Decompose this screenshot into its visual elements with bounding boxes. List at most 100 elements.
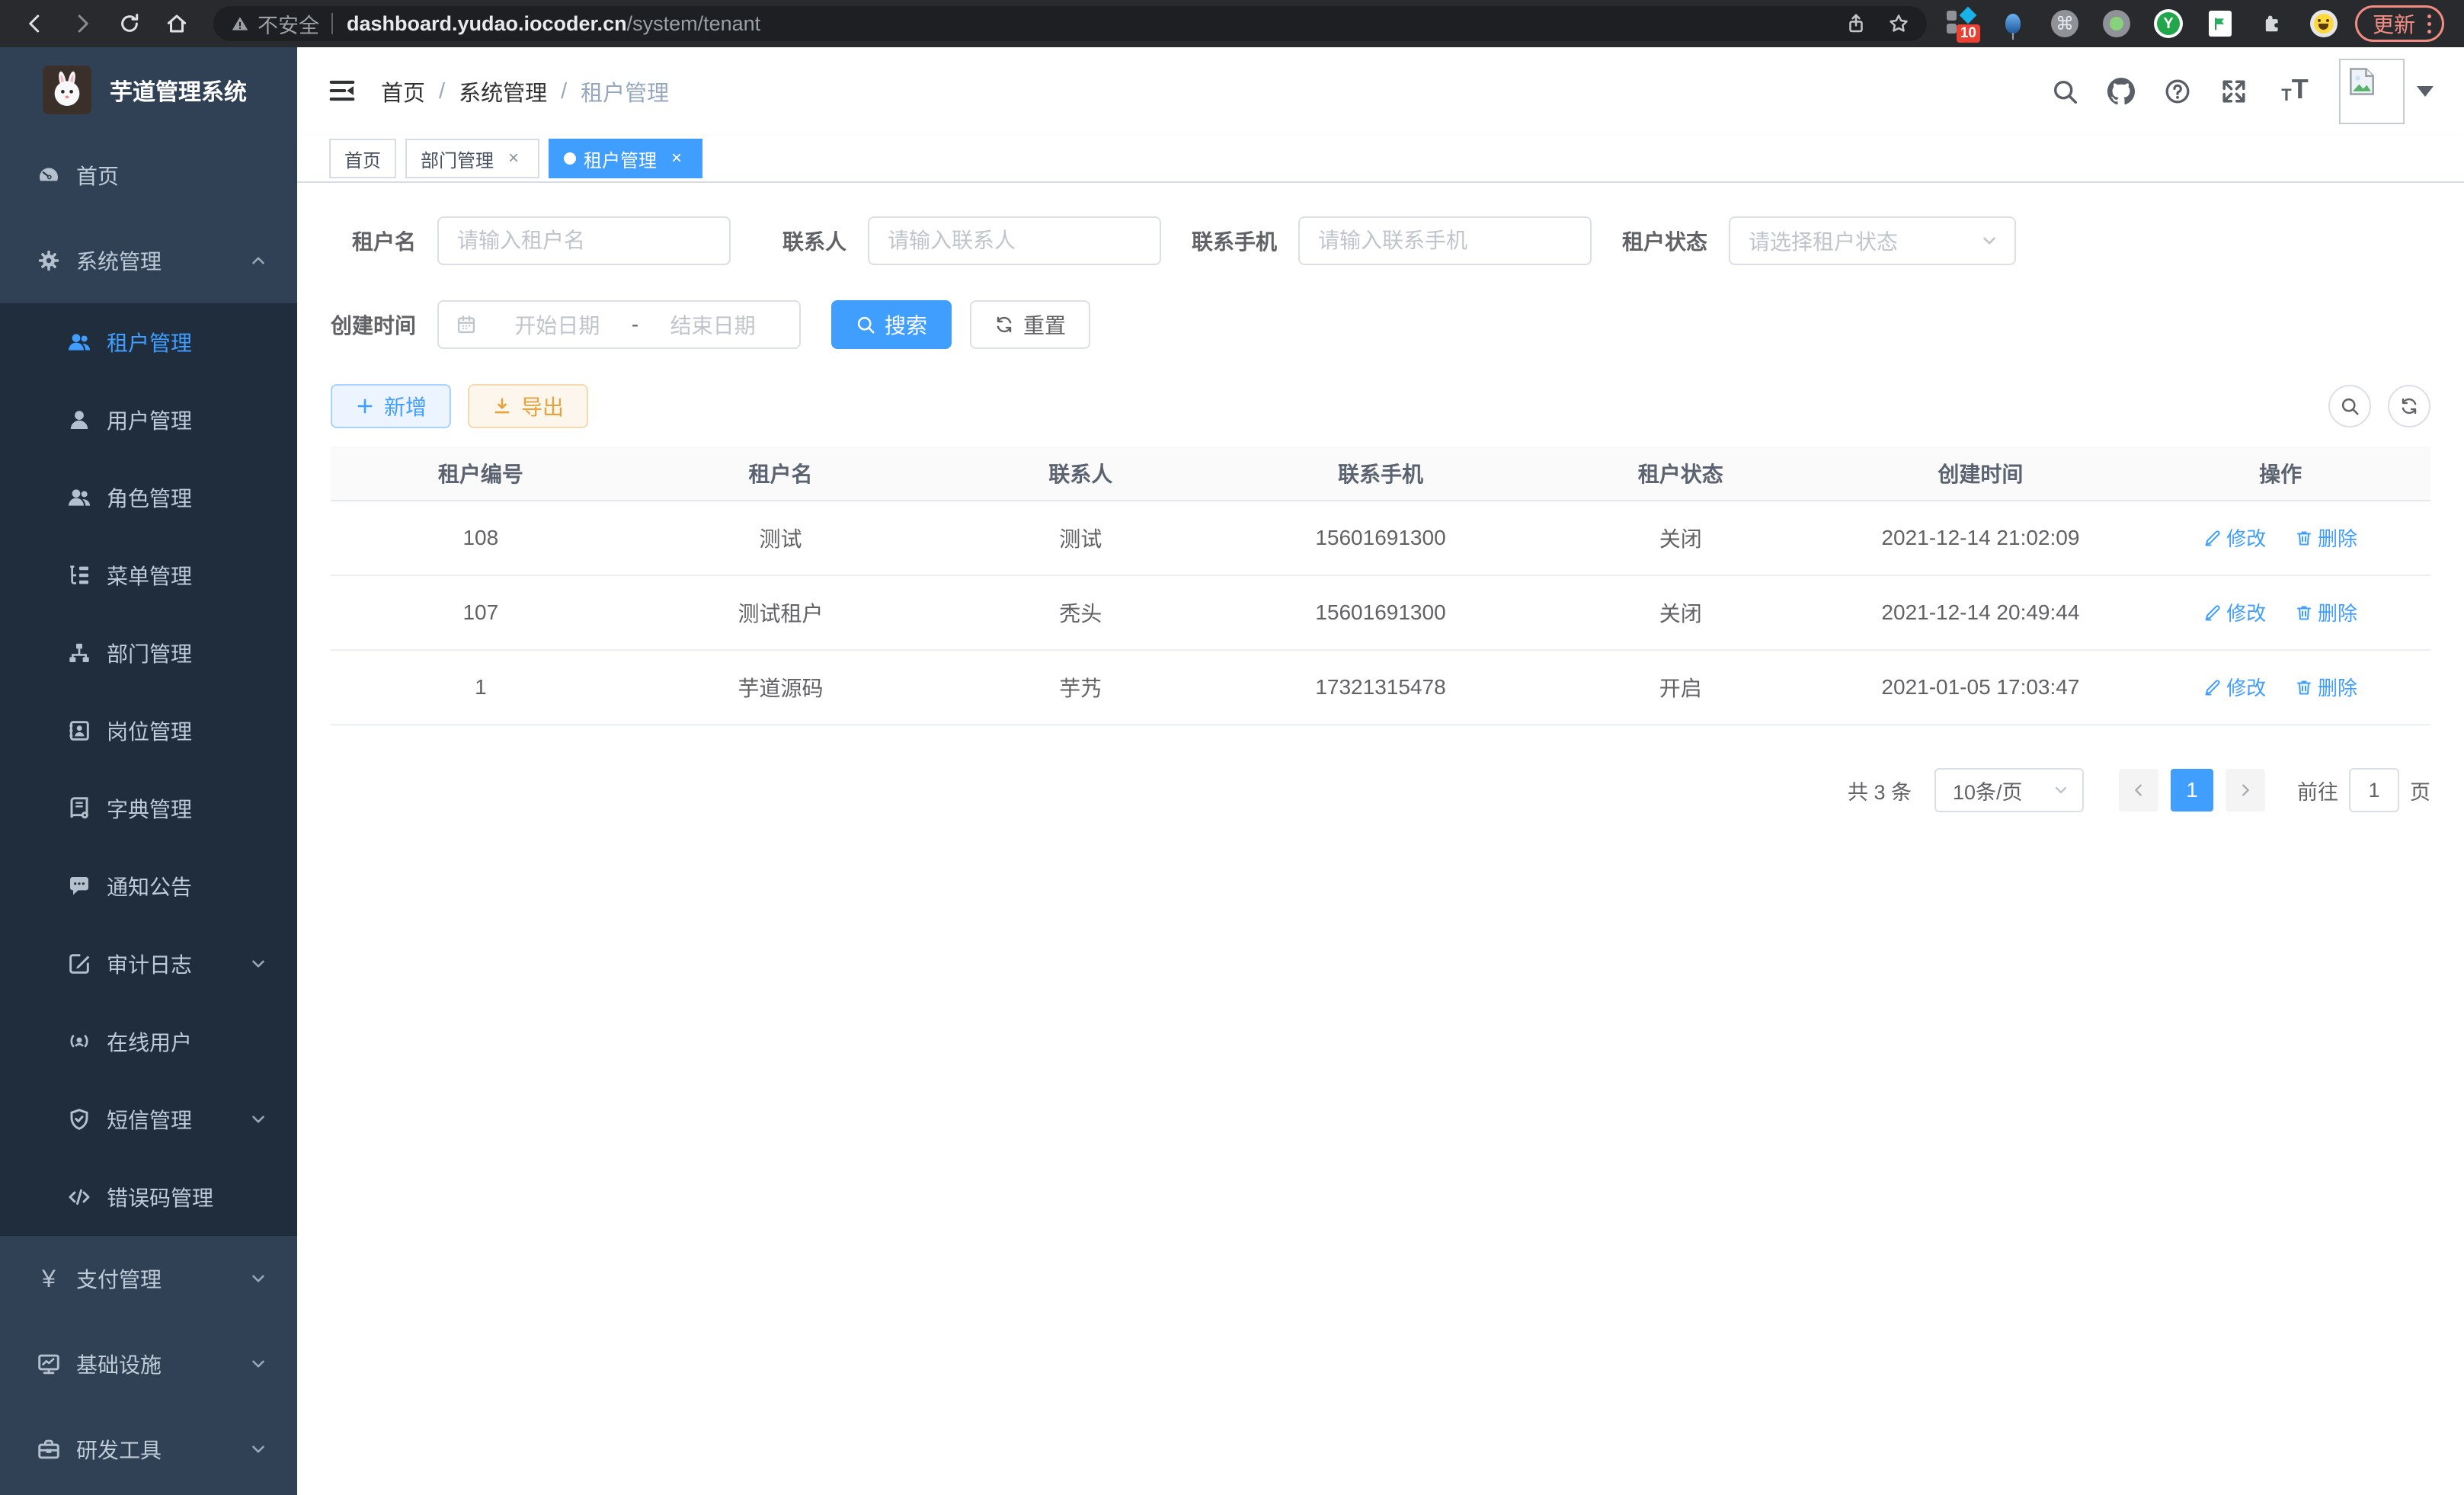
extensions-puzzle-icon[interactable] — [2256, 8, 2288, 40]
search-icon — [856, 315, 875, 335]
page-number-1[interactable]: 1 — [2171, 769, 2213, 812]
chevron-left-icon — [2130, 782, 2147, 799]
date-start-placeholder[interactable]: 开始日期 — [488, 309, 627, 340]
plus-icon — [355, 396, 375, 416]
not-secure-warning-icon — [230, 14, 250, 34]
header-search-icon[interactable] — [2051, 78, 2078, 105]
search-button[interactable]: 搜索 — [831, 300, 952, 349]
goto-label: 前往 — [2297, 776, 2338, 805]
sidebar-item-roles[interactable]: 角色管理 — [0, 459, 297, 536]
reset-button[interactable]: 重置 — [970, 300, 1090, 349]
edit-link[interactable]: 修改 — [2203, 673, 2266, 701]
sidebar-item-error-codes[interactable]: 错误码管理 — [0, 1158, 297, 1236]
sidebar-item-audit-log[interactable]: 审计日志 — [0, 925, 297, 1003]
extension-icon-smiley[interactable] — [2308, 8, 2340, 40]
extension-icon-y-green[interactable]: Y — [2152, 8, 2184, 40]
omnibox-divider — [331, 13, 333, 34]
tags-view-bar: 首页 部门管理 × 租户管理 × — [297, 136, 2464, 183]
prev-page-button[interactable] — [2119, 769, 2158, 812]
audit-log-icon — [67, 952, 91, 976]
goto-page-input[interactable] — [2349, 768, 2399, 812]
refresh-icon — [2399, 396, 2419, 416]
extension-icon-flag[interactable] — [2204, 8, 2236, 40]
sidebar-item-departments[interactable]: 部门管理 — [0, 614, 297, 692]
date-end-placeholder[interactable]: 结束日期 — [643, 309, 782, 340]
mobile-input[interactable] — [1298, 216, 1592, 265]
github-icon[interactable] — [2107, 78, 2135, 105]
status-text: 开启 — [1531, 672, 1831, 703]
more-menu-icon — [2427, 14, 2431, 34]
extension-icon-balloon[interactable] — [1997, 8, 2029, 40]
next-page-button[interactable] — [2226, 769, 2265, 812]
browser-forward-button[interactable] — [67, 8, 98, 39]
pencil-icon — [2203, 603, 2222, 622]
chevron-down-icon — [2052, 781, 2070, 799]
sidebar-item-payment[interactable]: ¥ 支付管理 — [0, 1236, 297, 1321]
close-icon[interactable]: × — [666, 148, 687, 169]
breadcrumb-system[interactable]: 系统管理 — [459, 75, 547, 107]
toggle-search-button[interactable] — [2328, 385, 2371, 427]
sidebar-item-home[interactable]: 首页 — [0, 133, 297, 218]
help-icon[interactable] — [2164, 78, 2191, 105]
contact-input[interactable] — [868, 216, 1161, 265]
tab-departments[interactable]: 部门管理 × — [405, 139, 539, 178]
share-icon[interactable] — [1845, 12, 1867, 35]
tab-home[interactable]: 首页 — [329, 139, 396, 178]
delete-link[interactable]: 删除 — [2295, 598, 2357, 626]
sidebar-item-menus[interactable]: 菜单管理 — [0, 536, 297, 614]
sidebar: 芋道管理系统 首页 系统管理 租户管理 用户管理 角色管理 — [0, 47, 297, 1495]
sidebar-item-infrastructure[interactable]: 基础设施 — [0, 1321, 297, 1407]
status-text: 关闭 — [1531, 597, 1831, 628]
delete-link[interactable]: 删除 — [2295, 673, 2357, 701]
bookmark-star-icon[interactable] — [1887, 12, 1910, 35]
app-logo-row[interactable]: 芋道管理系统 — [0, 47, 297, 133]
chevron-right-icon — [2237, 782, 2254, 799]
code-icon — [67, 1185, 91, 1209]
close-icon[interactable]: × — [503, 148, 524, 169]
refresh-table-button[interactable] — [2388, 385, 2430, 427]
sidebar-collapse-icon[interactable] — [328, 76, 358, 107]
font-size-icon[interactable] — [2277, 78, 2313, 105]
edit-link[interactable]: 修改 — [2203, 598, 2266, 626]
extension-icon-recorder[interactable] — [2101, 8, 2133, 40]
sidebar-item-dev-tools[interactable]: 研发工具 — [0, 1407, 297, 1492]
monitor-icon — [37, 1352, 61, 1376]
security-label[interactable]: 不安全 — [258, 9, 319, 39]
sidebar-item-sms[interactable]: 短信管理 — [0, 1080, 297, 1158]
breadcrumb-home[interactable]: 首页 — [381, 75, 425, 107]
avatar-caret-down-icon[interactable] — [2417, 86, 2434, 97]
tenant-table: 租户编号 租户名 联系人 联系手机 租户状态 创建时间 操作 108 测试 测试… — [331, 447, 2430, 725]
browser-reload-button[interactable] — [114, 8, 145, 39]
sidebar-item-notices[interactable]: 通知公告 — [0, 847, 297, 925]
sidebar-item-online-users[interactable]: 在线用户 — [0, 1003, 297, 1080]
table-header-row: 租户编号 租户名 联系人 联系手机 租户状态 创建时间 操作 — [331, 447, 2430, 501]
sidebar-item-dictionary[interactable]: 字典管理 — [0, 770, 297, 847]
sidebar-item-users[interactable]: 用户管理 — [0, 381, 297, 459]
browser-home-button[interactable] — [162, 8, 192, 39]
status-label: 租户状态 — [1622, 226, 1707, 256]
trash-icon — [2295, 529, 2313, 547]
status-select[interactable]: 请选择租户状态 — [1729, 216, 2016, 265]
add-button[interactable]: 新增 — [331, 384, 451, 428]
fullscreen-icon[interactable] — [2220, 78, 2248, 105]
delete-link[interactable]: 删除 — [2295, 523, 2357, 552]
extension-icon-tampermonkey[interactable]: 10 — [1945, 8, 1977, 40]
browser-update-menu-button[interactable]: 更新 — [2355, 5, 2444, 42]
extension-icon-command[interactable] — [2049, 8, 2081, 40]
sidebar-item-system[interactable]: 系统管理 — [0, 218, 297, 303]
avatar[interactable] — [2339, 59, 2405, 124]
browser-back-button[interactable] — [20, 8, 50, 39]
table-row: 107 测试租户 秃头 15601691300 关闭 2021-12-14 20… — [331, 576, 2430, 651]
top-navbar: 首页 / 系统管理 / 租户管理 — [297, 47, 2464, 136]
export-button[interactable]: 导出 — [468, 384, 588, 428]
sidebar-item-posts[interactable]: 岗位管理 — [0, 692, 297, 770]
create-time-range-picker[interactable]: 开始日期 - 结束日期 — [437, 300, 801, 349]
sidebar-item-tenant[interactable]: 租户管理 — [0, 303, 297, 381]
pencil-icon — [2203, 529, 2222, 547]
edit-link[interactable]: 修改 — [2203, 523, 2266, 552]
tab-tenant[interactable]: 租户管理 × — [549, 139, 702, 178]
tenant-name-input[interactable] — [437, 216, 731, 265]
page-size-select[interactable]: 10条/页 — [1934, 768, 2084, 812]
address-bar[interactable]: 不安全 dashboard.yudao.iocoder.cn /system/t… — [213, 6, 1927, 41]
app-logo-rabbit-image — [43, 66, 91, 114]
